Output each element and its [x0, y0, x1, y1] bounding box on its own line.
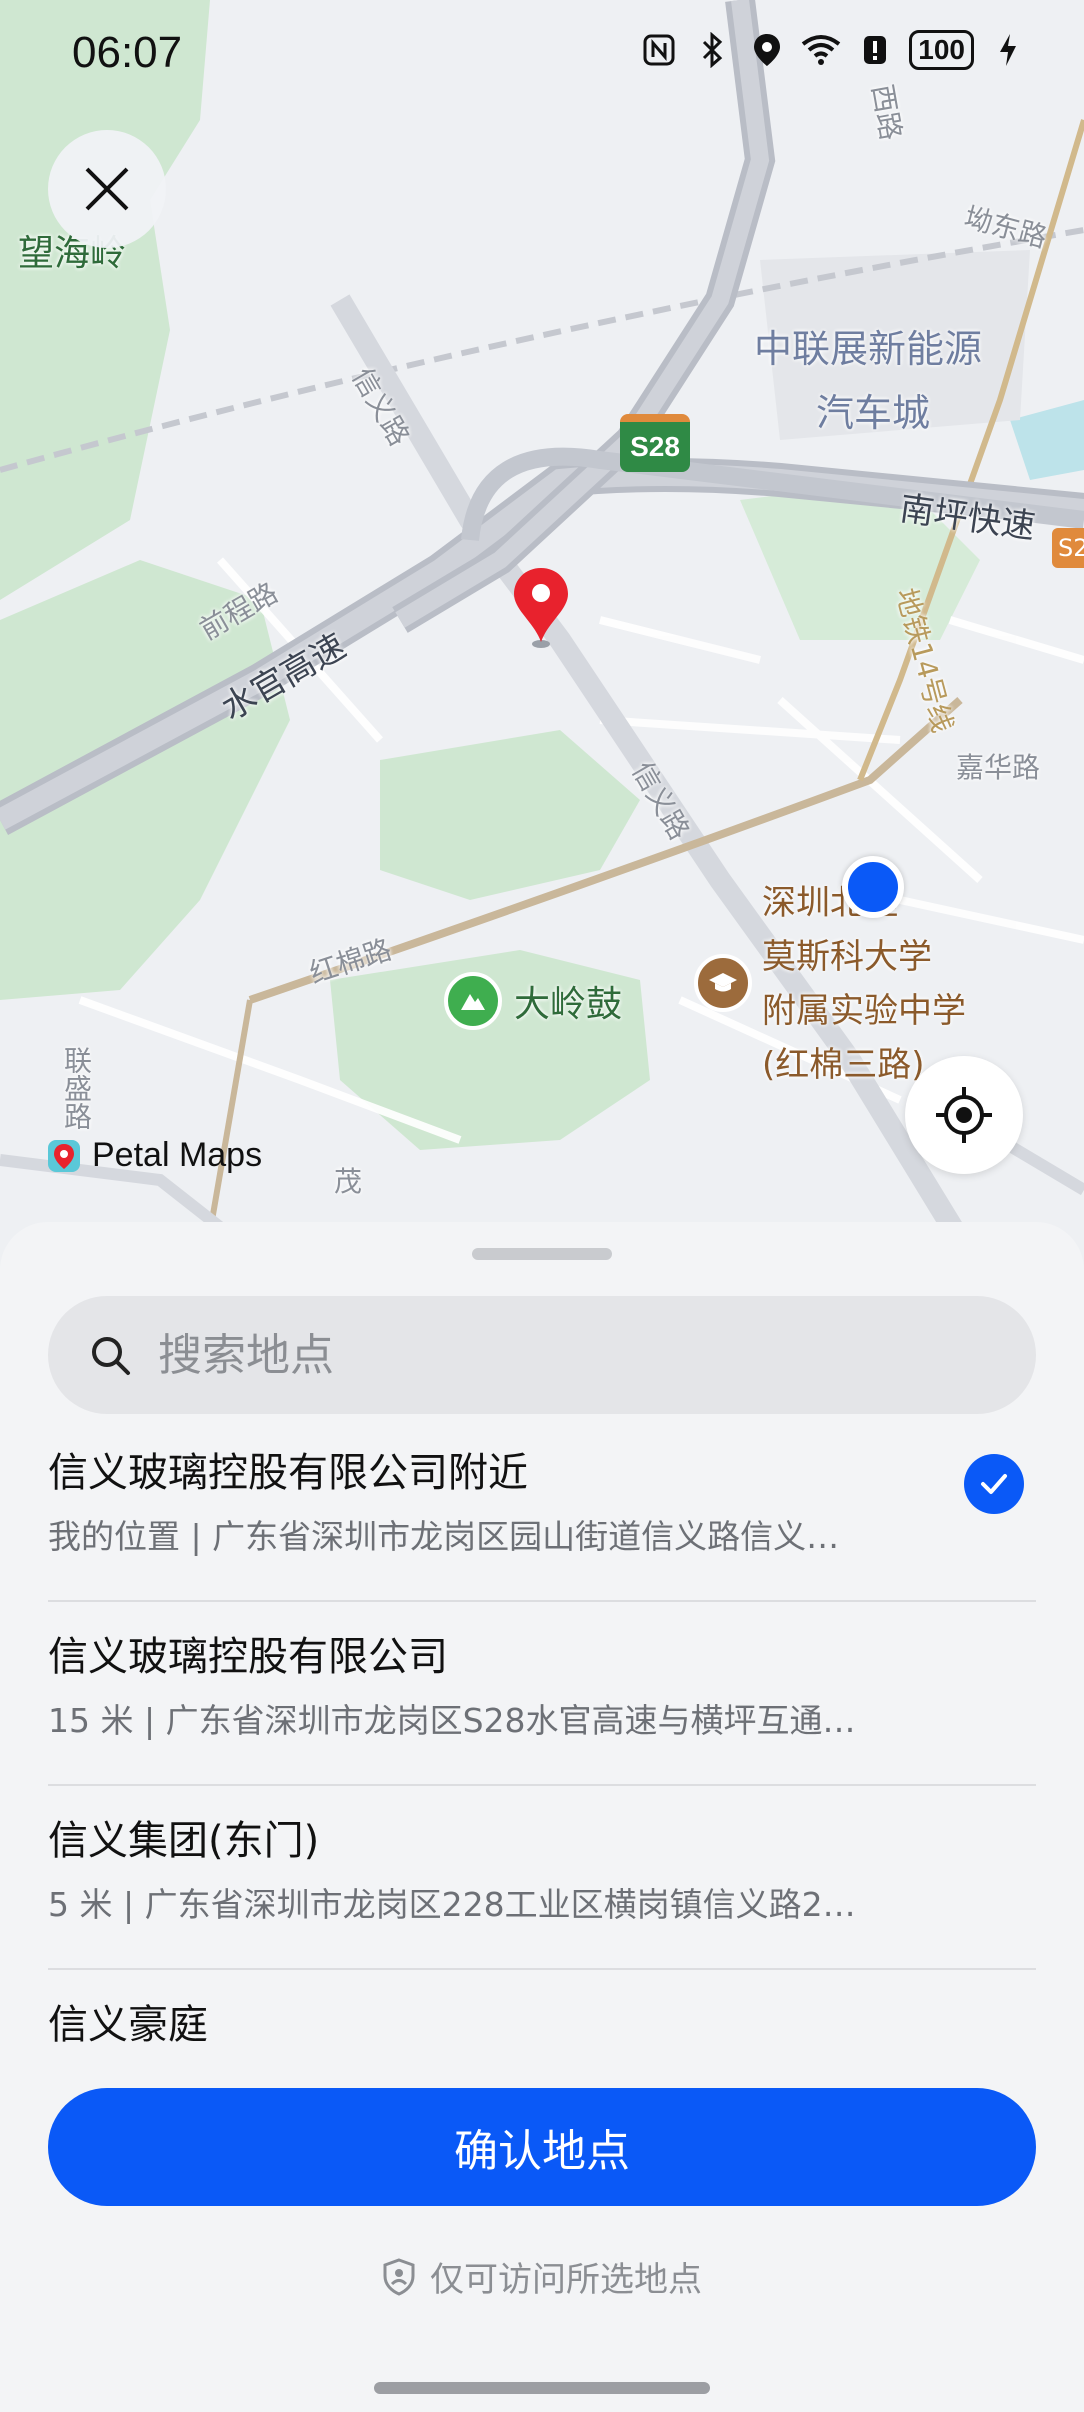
place-item[interactable]: 信义玻璃控股有限公司 15 米 | 广东省深圳市龙岗区S28水官高速与横坪互通… [48, 1602, 1036, 1786]
petal-maps-label: Petal Maps [92, 1136, 263, 1174]
highway-shield-s2: S2 [1052, 528, 1084, 568]
status-bar: 06:07 100 [0, 0, 1084, 110]
map-label-expo: 中联展新能源 [754, 327, 983, 371]
place-item[interactable]: 信义玻璃控股有限公司附近 我的位置 | 广东省深圳市龙岗区园山街道信义路信义… [48, 1418, 1036, 1602]
selected-location-pin[interactable] [512, 566, 570, 654]
highway-shield-s2-label: S2 [1058, 534, 1084, 562]
close-icon [85, 167, 129, 211]
selected-check-icon [964, 1454, 1024, 1514]
search-icon [92, 1337, 130, 1375]
wifi-icon [801, 30, 841, 70]
map-pin-icon [514, 568, 568, 648]
charging-icon [988, 30, 1028, 70]
place-detail: 我的位置 | 广东省深圳市龙岗区园山街道信义路信义… [48, 1517, 840, 1556]
nfc-icon [639, 30, 679, 70]
privacy-note: 仅可访问所选地点 [0, 2252, 1084, 2301]
highway-shield-s28: S28 [620, 414, 690, 472]
petal-maps-logo-icon [48, 1139, 80, 1172]
location-icon [747, 30, 787, 70]
poi-daling-label: 大岭鼓 [514, 984, 623, 1025]
confirm-location-button[interactable]: 确认地点 [48, 2088, 1036, 2206]
bluetooth-icon [693, 30, 733, 70]
place-name: 信义集团(东门) [48, 1818, 320, 1864]
current-location-dot [842, 856, 904, 918]
shield-user-icon [383, 2257, 415, 2296]
highway-shield-label: S28 [630, 431, 680, 462]
map-label-mao: 茂 [334, 1165, 363, 1198]
place-name: 信义豪庭 [48, 2002, 208, 2048]
map-attribution: Petal Maps [46, 1136, 262, 1175]
sheet-drag-handle[interactable] [472, 1248, 612, 1260]
mountain-icon [444, 972, 502, 1030]
school-icon[interactable] [694, 954, 752, 1012]
place-name: 信义玻璃控股有限公司 [48, 1634, 448, 1680]
poi-school-line2: 莫斯科大学 [762, 937, 932, 977]
battery-icon: 100 [909, 30, 974, 70]
place-name: 信义玻璃控股有限公司附近 [48, 1450, 528, 1496]
place-detail: 5 米 | 广东省深圳市龙岗区228工业区横岗镇信义路2… [48, 1885, 856, 1924]
battery-level: 100 [918, 34, 965, 65]
home-indicator[interactable] [374, 2382, 710, 2394]
privacy-text: 仅可访问所选地点 [430, 2260, 702, 2300]
map-label-liansheng: 联盛路 [60, 1046, 93, 1130]
place-item[interactable]: 信义集团(东门) 5 米 | 广东省深圳市龙岗区228工业区横岗镇信义路2… [48, 1786, 1036, 1970]
map-label-expo-2: 汽车城 [816, 391, 931, 435]
status-icons: 100 [639, 30, 1028, 70]
location-picker-sheet: 信义玻璃控股有限公司附近 我的位置 | 广东省深圳市龙岗区园山街道信义路信义… … [0, 1222, 1084, 2412]
poi-daling[interactable]: 大岭鼓 [444, 972, 622, 1030]
map-label-jiahua: 嘉华路 [956, 751, 1041, 784]
alarm-icon [855, 30, 895, 70]
search-bar[interactable] [48, 1296, 1036, 1414]
close-button[interactable] [48, 130, 166, 248]
crosshair-icon [936, 1087, 992, 1143]
search-input[interactable] [156, 1328, 980, 1382]
status-time: 06:07 [72, 28, 183, 77]
locate-me-button[interactable] [905, 1056, 1023, 1174]
poi-school-line3: 附属实验中学 [762, 991, 966, 1031]
place-detail: 15 米 | 广东省深圳市龙岗区S28水官高速与横坪互通… [48, 1701, 856, 1740]
